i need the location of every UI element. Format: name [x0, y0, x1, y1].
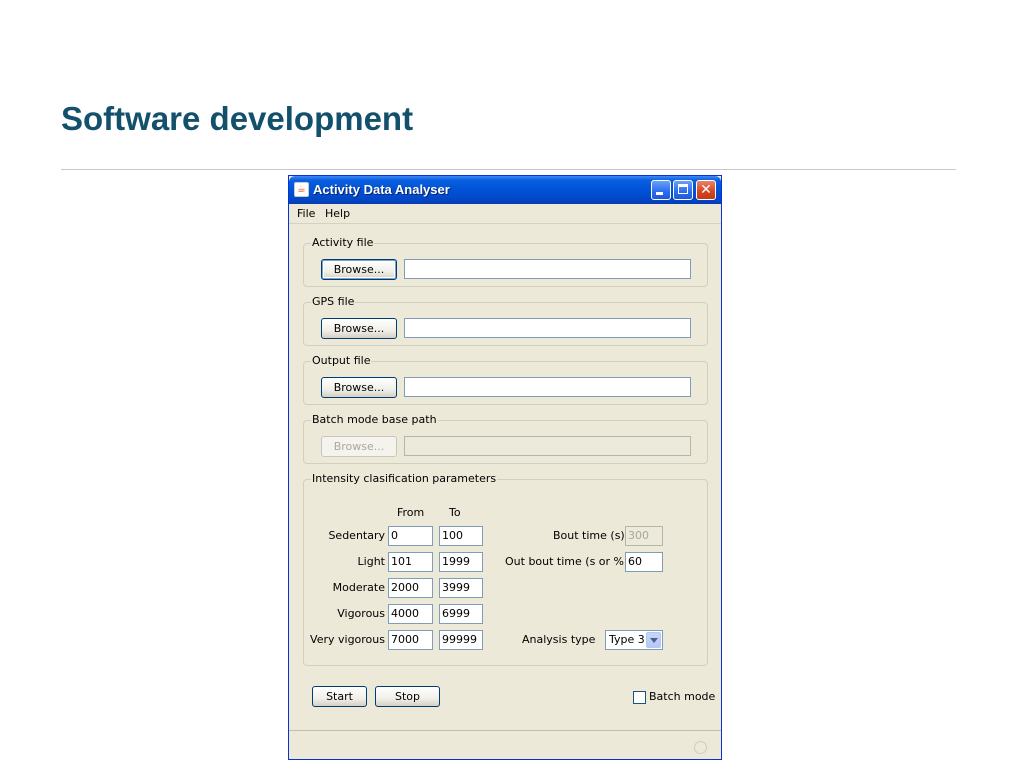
light-from-input[interactable]: 101 [388, 552, 433, 572]
close-button[interactable]: ✕ [696, 180, 716, 200]
batch-mode-label: Batch mode [649, 690, 716, 703]
batch-path-group: Batch mode base path Browse... [303, 413, 708, 464]
activity-browse-button[interactable]: Browse... [321, 259, 397, 280]
very-vigorous-label: Very vigorous [310, 633, 385, 646]
very-vigorous-to-input[interactable]: 99999 [439, 630, 483, 650]
busy-indicator-icon [694, 741, 707, 754]
out-bout-time-label: Out bout time (s or %) [505, 555, 629, 568]
output-file-input[interactable] [404, 377, 691, 397]
intensity-label: Intensity clasification parameters [311, 472, 498, 485]
menu-bar: File Help [289, 204, 721, 224]
gps-browse-button[interactable]: Browse... [321, 318, 397, 339]
vigorous-label: Vigorous [337, 607, 385, 620]
analysis-type-select[interactable]: Type 3 [605, 630, 663, 650]
window-title: Activity Data Analyser [313, 182, 450, 197]
sedentary-from-input[interactable]: 0 [388, 526, 433, 546]
analysis-type-label: Analysis type [522, 633, 596, 646]
app-window: ☕ Activity Data Analyser ✕ File Help Act… [288, 175, 722, 760]
light-label: Light [357, 555, 385, 568]
sedentary-to-input[interactable]: 100 [439, 526, 483, 546]
batch-mode-checkbox[interactable] [633, 691, 646, 704]
stop-button[interactable]: Stop [375, 686, 440, 707]
slide-divider [61, 169, 956, 170]
close-icon: ✕ [700, 182, 712, 198]
activity-file-input[interactable] [404, 259, 691, 279]
batch-browse-button[interactable]: Browse... [321, 436, 397, 457]
start-button[interactable]: Start [312, 686, 367, 707]
bout-time-label: Bout time (s) [553, 529, 625, 542]
gps-file-input[interactable] [404, 318, 691, 338]
bout-time-input[interactable]: 300 [625, 526, 663, 546]
gps-file-label: GPS file [311, 295, 356, 308]
output-file-label: Output file [311, 354, 372, 367]
vigorous-to-input[interactable]: 6999 [439, 604, 483, 624]
output-browse-button[interactable]: Browse... [321, 377, 397, 398]
activity-file-group: Activity file Browse... [303, 236, 708, 287]
status-bar [289, 730, 721, 760]
moderate-label: Moderate [332, 581, 385, 594]
menu-help[interactable]: Help [325, 207, 350, 220]
output-file-group: Output file Browse... [303, 354, 708, 405]
from-column-header: From [397, 506, 425, 519]
batch-path-label: Batch mode base path [311, 413, 438, 426]
intensity-group: Intensity clasification parameters From … [303, 472, 708, 666]
title-bar[interactable]: ☕ Activity Data Analyser ✕ [289, 176, 721, 204]
sedentary-label: Sedentary [328, 529, 385, 542]
batch-path-input[interactable] [404, 436, 691, 456]
chevron-down-icon[interactable] [646, 632, 661, 648]
out-bout-time-input[interactable]: 60 [625, 552, 663, 572]
slide-title: Software development [61, 100, 414, 137]
to-column-header: To [449, 506, 461, 519]
moderate-to-input[interactable]: 3999 [439, 578, 483, 598]
moderate-from-input[interactable]: 2000 [388, 578, 433, 598]
vigorous-from-input[interactable]: 4000 [388, 604, 433, 624]
gps-file-group: GPS file Browse... [303, 295, 708, 346]
menu-file[interactable]: File [297, 207, 315, 220]
minimize-button[interactable] [651, 180, 671, 200]
maximize-button[interactable] [673, 180, 693, 200]
light-to-input[interactable]: 1999 [439, 552, 483, 572]
analysis-type-value: Type 3 [609, 633, 645, 646]
very-vigorous-from-input[interactable]: 7000 [388, 630, 433, 650]
java-cup-icon: ☕ [294, 182, 309, 197]
activity-file-label: Activity file [311, 236, 375, 249]
